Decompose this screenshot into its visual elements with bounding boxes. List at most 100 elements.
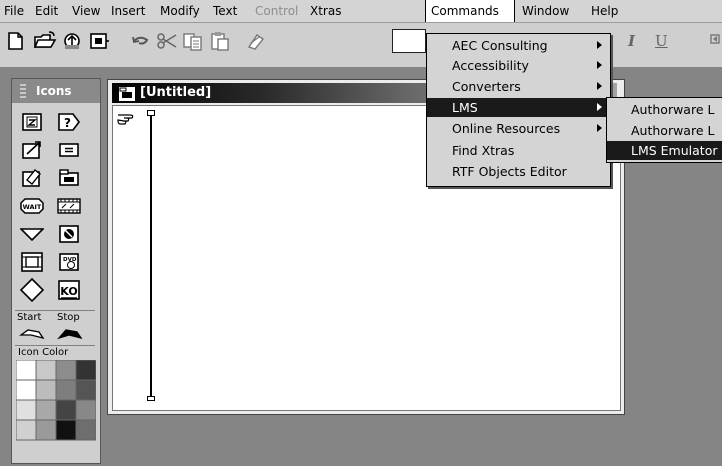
undo-icon[interactable]	[128, 28, 154, 54]
menu-item-label: Find Xtras	[452, 143, 515, 158]
wait-icon[interactable]: WAIT	[18, 194, 46, 218]
menu-window[interactable]: Window	[522, 0, 569, 22]
icon-color-grid	[15, 359, 97, 442]
palette-divider	[15, 345, 95, 346]
menu-item-label: LMS	[452, 100, 478, 115]
menu-item-label: Accessibility	[452, 58, 529, 73]
palette-divider	[15, 310, 95, 311]
menu-help[interactable]: Help	[591, 0, 618, 22]
color-swatch	[35, 359, 57, 381]
menu-modify[interactable]: Modify	[160, 0, 200, 22]
menu-item-label: Authorware L	[631, 123, 715, 138]
menu-item-label: Online Resources	[452, 121, 561, 136]
submenu-item-lms-emulator[interactable]: LMS Emulator	[607, 141, 722, 160]
grip-icon[interactable]	[20, 84, 26, 98]
cut-icon[interactable]	[155, 28, 181, 54]
start-flag-icon[interactable]	[18, 324, 46, 342]
color-swatch	[35, 379, 57, 401]
framework-icon[interactable]	[18, 250, 46, 274]
menu-item-accessibility[interactable]: Accessibility	[427, 56, 610, 75]
font-name-field[interactable]	[392, 29, 426, 53]
submenu-item-authorware-2[interactable]: Authorware L	[607, 121, 722, 140]
palette-title: Icons	[36, 84, 72, 98]
menu-item-lms[interactable]: LMS	[427, 98, 610, 117]
icon-color-label: Icon Color	[18, 347, 69, 358]
submenu-arrow-icon	[597, 124, 602, 132]
toolbar-overflow-icon[interactable]	[710, 33, 720, 45]
submenu-arrow-icon	[597, 82, 602, 90]
digital-movie-icon[interactable]	[55, 194, 83, 218]
erase-icon[interactable]	[18, 166, 46, 190]
menu-xtras[interactable]: Xtras	[310, 0, 341, 22]
color-swatch	[15, 379, 37, 401]
menu-item-converters[interactable]: Converters	[427, 77, 610, 96]
submenu-arrow-icon	[597, 61, 602, 69]
navigate-icon[interactable]	[18, 222, 46, 246]
menu-item-label: AEC Consulting	[452, 38, 548, 53]
menu-file[interactable]: File	[4, 0, 24, 22]
format-painter-icon[interactable]	[244, 28, 270, 54]
paste-icon[interactable]	[207, 28, 233, 54]
submenu-arrow-icon	[597, 103, 602, 111]
background-window-edge	[624, 79, 722, 85]
color-swatch	[75, 399, 97, 421]
color-swatch	[55, 399, 77, 421]
start-label: Start	[17, 312, 42, 323]
svg-text:?: ?	[64, 116, 71, 130]
toolbar: I U	[0, 23, 722, 67]
motion-icon[interactable]	[18, 138, 46, 162]
knowledge-object-icon[interactable]: KO	[55, 278, 83, 302]
submenu-arrow-icon	[597, 41, 602, 49]
color-swatch	[15, 399, 37, 421]
calculation-icon[interactable]	[55, 138, 83, 162]
underline-button[interactable]: U	[655, 32, 668, 50]
stop-flag-icon[interactable]	[56, 324, 84, 342]
menu-commands[interactable]: Commands	[425, 0, 515, 22]
wait-icon-text: WAIT	[23, 203, 42, 211]
save-icon[interactable]	[86, 28, 112, 54]
italic-button[interactable]: I	[628, 32, 635, 50]
map-icon[interactable]	[55, 166, 83, 190]
menu-item-find-xtras[interactable]: Find Xtras	[427, 141, 610, 160]
stop-label: Stop	[57, 312, 80, 323]
decision-icon[interactable]	[18, 278, 46, 302]
color-swatch	[55, 379, 77, 401]
color-swatch	[35, 399, 57, 421]
open-file-icon[interactable]	[32, 28, 58, 54]
submenu-item-authorware-1[interactable]: Authorware L	[607, 100, 722, 119]
pointing-hand-icon[interactable]	[116, 110, 140, 126]
lms-submenu: Authorware L Authorware L LMS Emulator	[606, 97, 722, 163]
video-icon[interactable]: DVD	[55, 250, 83, 274]
display-icon[interactable]	[18, 110, 46, 134]
color-swatch	[15, 419, 37, 441]
color-swatch	[35, 419, 57, 441]
menu-text[interactable]: Text	[213, 0, 237, 22]
sound-icon[interactable]	[55, 222, 83, 246]
color-swatch	[15, 359, 37, 381]
interaction-icon[interactable]: ?	[55, 110, 83, 134]
menu-item-aec-consulting[interactable]: AEC Consulting	[427, 36, 610, 55]
menu-item-rtf-objects-editor[interactable]: RTF Objects Editor	[427, 162, 610, 181]
icon-palette: Icons ? WAIT DVD KO Start Stop Icon Colo…	[11, 78, 101, 464]
menu-item-label: RTF Objects Editor	[452, 164, 567, 179]
import-icon[interactable]	[60, 28, 86, 54]
map-icon	[118, 86, 136, 102]
palette-title-bar[interactable]: Icons	[12, 79, 100, 103]
design-window-title: [Untitled]	[140, 85, 212, 100]
menu-item-label: LMS Emulator	[631, 143, 718, 158]
color-swatch	[75, 359, 97, 381]
menu-item-label: Converters	[452, 79, 521, 94]
menu-view[interactable]: View	[72, 0, 100, 22]
menu-insert[interactable]: Insert	[111, 0, 145, 22]
menu-item-label: Authorware L	[631, 102, 715, 117]
new-file-icon[interactable]	[2, 28, 28, 54]
flowline[interactable]	[150, 116, 152, 396]
commands-menu: AEC Consulting Accessibility Converters …	[426, 33, 611, 187]
copy-icon[interactable]	[180, 28, 206, 54]
menu-item-online-resources[interactable]: Online Resources	[427, 119, 610, 138]
color-swatch	[55, 419, 77, 441]
menu-edit[interactable]: Edit	[35, 0, 58, 22]
ko-icon-text: KO	[60, 285, 77, 298]
flowline-end-marker[interactable]	[147, 396, 155, 401]
color-swatch	[75, 379, 97, 401]
